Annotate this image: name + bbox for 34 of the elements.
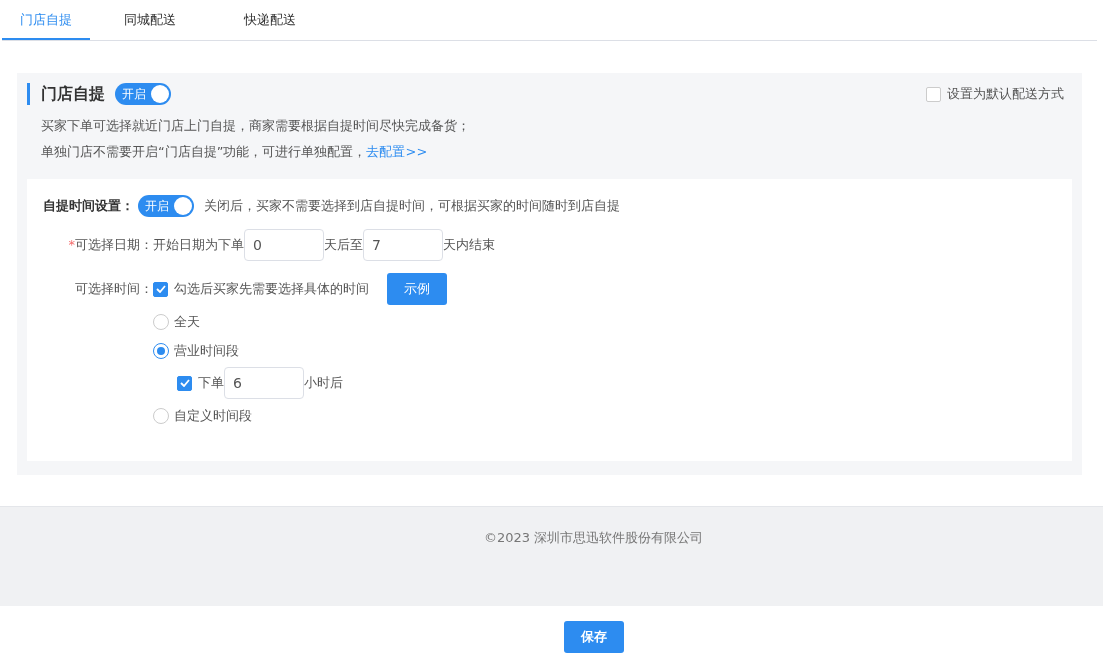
note-text: 单独门店不需要开启“门店自提”功能，可进行单独配置， [41, 144, 367, 159]
example-button[interactable]: 示例 [387, 273, 447, 305]
checkbox[interactable] [177, 375, 192, 391]
radio-label: 自定义时间段 [174, 406, 252, 425]
field-text: 开始日期为下单 [153, 236, 244, 254]
description-text: 买家下单可选择就近门店上门自提，商家需要根据自提时间尽快完成备货； [41, 117, 471, 135]
checkbox-label: 勾选后买家先需要选择具体的时间 [174, 280, 369, 298]
field-label: 可选择时间： [74, 280, 153, 298]
field-text: 下单 [198, 374, 224, 392]
checkbox[interactable] [926, 86, 941, 102]
configure-link[interactable]: 去配置>> [366, 144, 428, 159]
input-field[interactable]: 7 [363, 229, 443, 261]
radio-label: 营业时间段 [174, 341, 239, 360]
check-icon [179, 379, 190, 387]
field-text: 天内结束 [443, 236, 495, 254]
radio-label: 全天 [174, 312, 200, 331]
input-field[interactable]: 6 [224, 367, 304, 399]
hint-text: 关闭后，买家不需要选择到店自提时间，可根据买家的时间随时到店自提 [204, 197, 620, 215]
field-label: *可选择日期： [67, 236, 153, 254]
checkbox[interactable] [153, 281, 168, 297]
copyright-text: ©2023 深圳市思迅软件股份有限公司 [483, 529, 704, 547]
tab[interactable]: 快递配送 [210, 0, 330, 40]
save-button[interactable]: 保存 [563, 621, 624, 653]
field-label: 自提时间设置： [43, 197, 134, 215]
section-title: 门店自提 [27, 83, 105, 105]
toggle-switch[interactable]: 开启 [115, 83, 171, 105]
input-field[interactable]: 0 [244, 229, 324, 261]
field-text: 小时后 [304, 374, 343, 392]
checkbox-label: 设置为默认配送方式 [947, 85, 1064, 103]
toggle-switch[interactable]: 开启 [138, 195, 194, 217]
check-icon [155, 285, 166, 293]
field-text: 天后至 [324, 236, 363, 254]
tab[interactable]: 门店自提 [2, 0, 90, 40]
tab[interactable]: 同城配送 [90, 0, 210, 40]
